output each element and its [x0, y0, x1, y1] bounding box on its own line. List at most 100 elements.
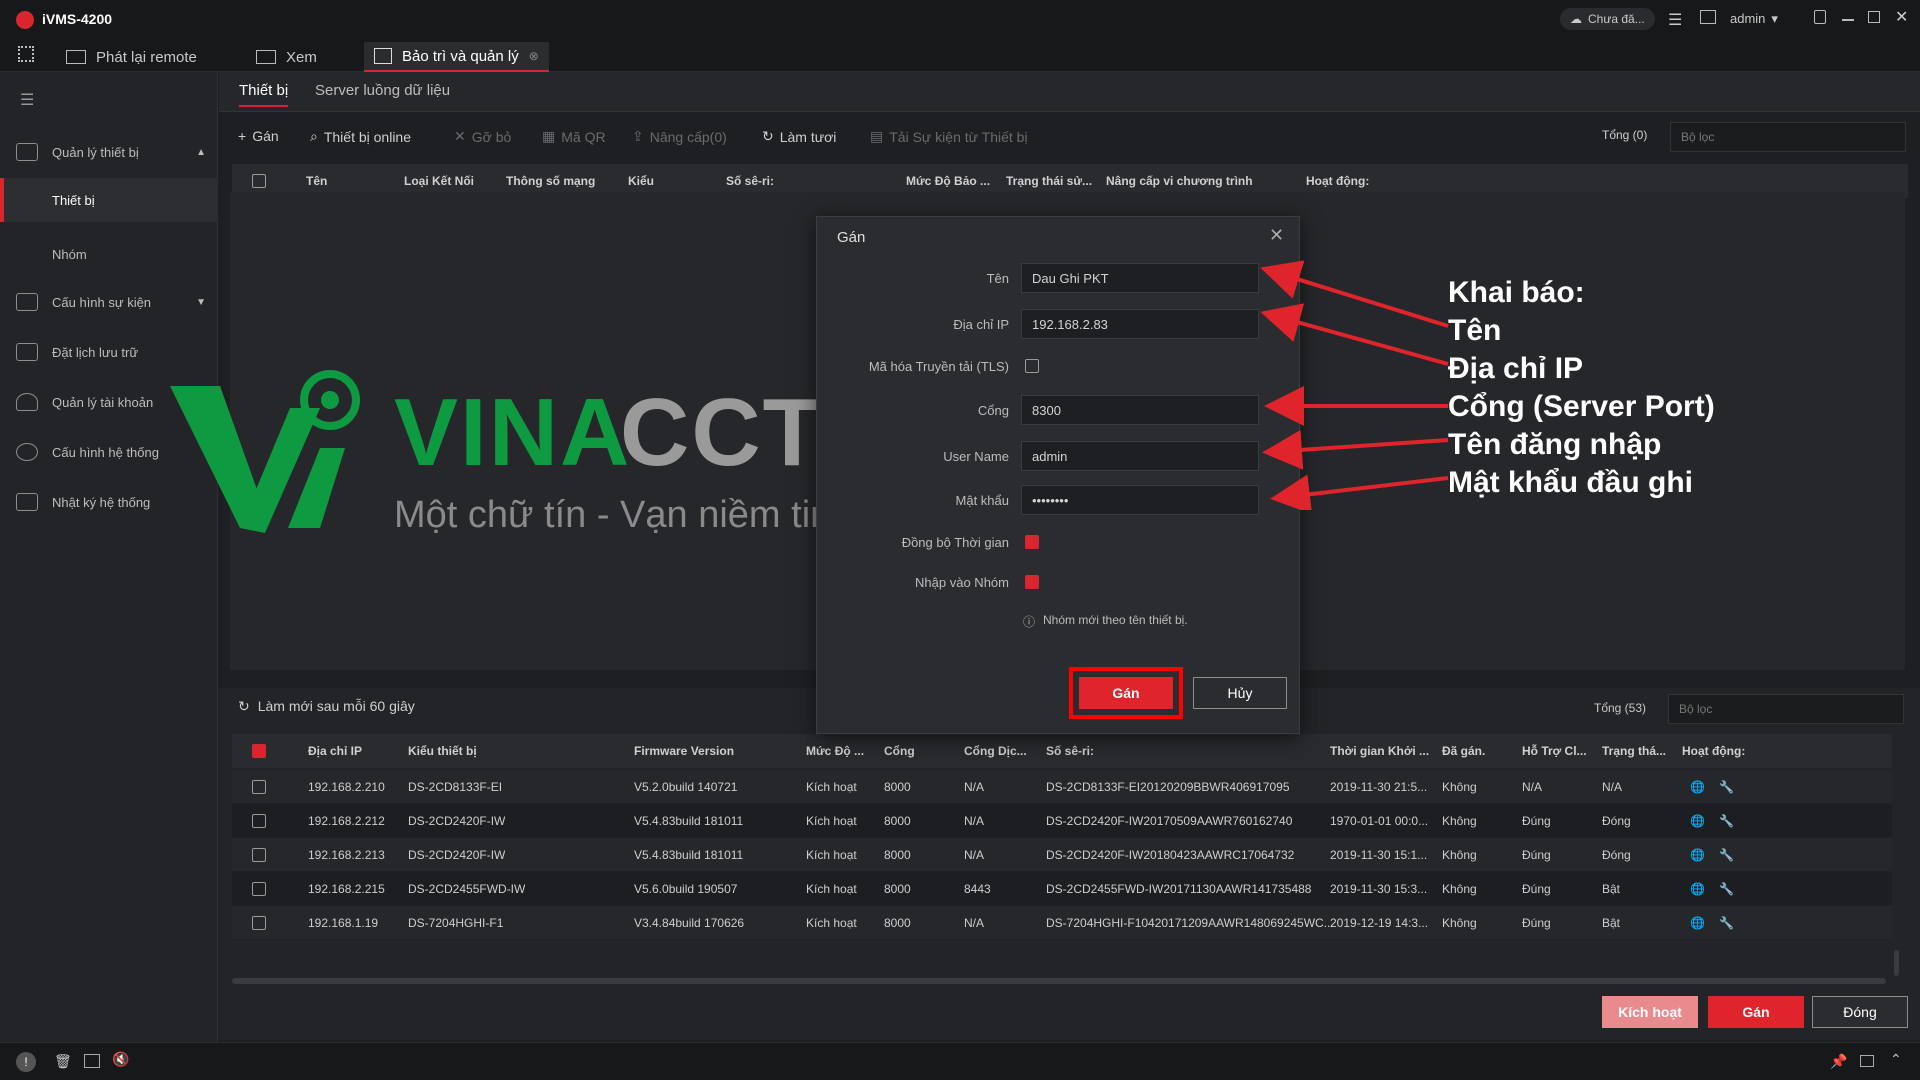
grid-icon[interactable] [18, 46, 34, 62]
row-checkbox[interactable] [252, 915, 266, 930]
globe-icon[interactable]: 🌐 [1690, 814, 1705, 828]
tab-close-icon[interactable]: ⊗ [529, 49, 539, 63]
tab-view[interactable]: Xem [256, 42, 317, 72]
select-all-online-checkbox[interactable] [252, 744, 266, 758]
cloud-status[interactable]: ☁ Chưa đă... [1560, 8, 1655, 30]
tab-maintenance[interactable]: Bảo trì và quản lý ⊗ [364, 42, 549, 72]
table-cell: Đúng [1522, 847, 1551, 862]
remove-button[interactable]: ✕ Gỡ bỏ [454, 128, 511, 145]
select-all-checkbox[interactable] [252, 174, 266, 188]
table-row[interactable]: 192.168.1.19 DS-7204HGHI-F1 V3.4.84build 1… [232, 906, 1892, 940]
add-device-button[interactable]: + Gán [238, 128, 279, 144]
sidebar-item-device-management[interactable]: Quản lý thiết bị ▲ [0, 130, 218, 174]
horizontal-scrollbar[interactable] [232, 978, 1886, 984]
close-button[interactable]: Đóng [1812, 996, 1908, 1028]
row-checkbox[interactable] [252, 779, 266, 794]
wrench-icon[interactable]: 🔧 [1719, 848, 1734, 862]
username-input[interactable]: admin [1021, 441, 1259, 471]
table-cell: 8000 [884, 915, 911, 930]
password-input[interactable]: •••••••• [1021, 485, 1259, 515]
refresh-button[interactable]: ↻ Làm tươi [762, 128, 836, 145]
qr-code-button[interactable]: ▦ Mã QR [542, 128, 606, 145]
table-cell: N/A [964, 813, 985, 828]
filter-input[interactable]: Bộ lọc [1670, 122, 1906, 152]
port-input[interactable]: 8300 [1021, 395, 1259, 425]
upgrade-button[interactable]: ⇪ Nâng cấp(0) [632, 128, 727, 145]
globe-icon[interactable]: 🌐 [1690, 882, 1705, 896]
table-row[interactable]: 192.168.2.212 DS-2CD2420F-IW V5.4.83build … [232, 804, 1892, 838]
camera-icon [256, 50, 276, 64]
restore-icon[interactable] [1868, 11, 1880, 23]
trash-icon[interactable]: 🗑 [54, 1053, 72, 1070]
col-port[interactable]: Cổng [884, 734, 915, 768]
col-firmware[interactable]: Firmware Version [634, 734, 734, 768]
sidebar-item-devices[interactable]: Thiết bị [0, 178, 218, 222]
pin-icon[interactable]: 📌 [1830, 1053, 1847, 1070]
time-sync-checkbox[interactable] [1025, 535, 1039, 549]
import-group-checkbox[interactable] [1025, 575, 1039, 589]
list-icon[interactable]: ☰ [1668, 10, 1682, 30]
table-cell: DS-2CD2420F-IW [408, 813, 506, 828]
dialog-close-icon[interactable]: ✕ [1269, 225, 1284, 246]
wrench-icon[interactable]: 🔧 [1719, 916, 1734, 930]
collapse-menu-icon[interactable]: ☰ [20, 90, 34, 110]
globe-icon[interactable]: 🌐 [1690, 780, 1705, 794]
export-events-button[interactable]: ▤ Tải Sự kiện từ Thiết bị [870, 128, 1028, 145]
sidebar-item-event-config[interactable]: Cấu hình sự kiện ▼ [0, 280, 218, 324]
lock-icon[interactable] [1814, 10, 1826, 24]
add-selected-button[interactable]: Gán [1708, 996, 1804, 1028]
annotation-name: Tên [1448, 314, 1502, 347]
sidebar-item-groups[interactable]: Nhóm [0, 232, 218, 276]
wrench-icon[interactable]: 🔧 [1719, 814, 1734, 828]
col-ip[interactable]: Địa chỉ IP [308, 734, 362, 768]
col-device-model[interactable]: Kiểu thiết bị [408, 734, 477, 768]
row-checkbox[interactable] [252, 813, 266, 828]
chevron-up-icon[interactable]: ⌃ [1890, 1051, 1902, 1068]
annotation-arrows [1260, 260, 1449, 510]
subtab-devices[interactable]: Thiết bị [239, 82, 289, 107]
col-service-port[interactable]: Cổng Dịc... [964, 734, 1027, 768]
col-actions[interactable]: Hoạt động: [1682, 734, 1745, 768]
online-filter-input[interactable]: Bộ lọc [1668, 694, 1904, 724]
col-boot-time[interactable]: Thời gian Khởi ... [1330, 734, 1429, 768]
dialog-cancel-button[interactable]: Hủy [1193, 677, 1287, 709]
table-cell: DS-2CD8133F-EI [408, 779, 503, 794]
col-serial-number[interactable]: Số sê-ri: [1046, 734, 1094, 768]
col-cloud-support[interactable]: Hỗ Trợ Cl... [1522, 734, 1587, 768]
subtab-stream-server[interactable]: Server luồng dữ liệu [315, 82, 450, 99]
mute-icon[interactable]: 🔇 [112, 1051, 129, 1068]
table-row[interactable]: 192.168.2.210 DS-2CD8133F-EI V5.2.0build 1… [232, 770, 1892, 804]
tls-checkbox[interactable] [1025, 359, 1039, 373]
col-state[interactable]: Trạng thá... [1602, 734, 1666, 768]
ip-input[interactable]: 192.168.2.83 [1021, 309, 1259, 339]
window-icon[interactable] [1860, 1055, 1874, 1067]
table-row[interactable]: 192.168.2.215 DS-2CD2455FWD-IW V5.6.0build… [232, 872, 1892, 906]
row-checkbox[interactable] [252, 847, 266, 862]
row-checkbox[interactable] [252, 881, 266, 896]
name-input[interactable]: Dau Ghi PKT [1021, 263, 1259, 293]
globe-icon[interactable]: 🌐 [1690, 848, 1705, 862]
col-security-level[interactable]: Mức Độ ... [806, 734, 864, 768]
close-icon[interactable]: ✕ [1895, 7, 1908, 27]
activate-button[interactable]: Kích hoạt [1602, 996, 1698, 1028]
dialog-add-button[interactable]: Gán [1079, 677, 1173, 709]
name-label: Tên [986, 271, 1009, 286]
minimize-icon[interactable] [1842, 19, 1854, 21]
title-bar: iVMS-4200 ☁ Chưa đă... ☰ admin ▾ ✕ [0, 0, 1920, 38]
screenshot-icon[interactable] [84, 1054, 100, 1068]
globe-icon[interactable]: 🌐 [1690, 916, 1705, 930]
close-icon: ✕ [454, 128, 466, 144]
wrench-icon[interactable]: 🔧 [1719, 882, 1734, 896]
subtab-bar: Thiết bị Server luồng dữ liệu [219, 72, 1920, 112]
tab-remote-playback[interactable]: Phát lại remote [66, 42, 197, 72]
vertical-scrollbar[interactable] [1894, 950, 1899, 976]
monitor-icon[interactable] [1700, 10, 1716, 24]
table-row[interactable]: 192.168.2.213 DS-2CD2420F-IW V5.4.83build … [232, 838, 1892, 872]
col-added[interactable]: Đã gán. [1442, 734, 1485, 768]
username-label: User Name [943, 449, 1009, 464]
wrench-icon[interactable]: 🔧 [1719, 780, 1734, 794]
table-cell: 2019-11-30 15:1... [1330, 847, 1428, 862]
user-menu[interactable]: admin ▾ [1730, 11, 1778, 27]
warning-icon[interactable]: ! [16, 1052, 36, 1072]
online-devices-button[interactable]: ⌕ Thiết bị online [310, 128, 411, 145]
